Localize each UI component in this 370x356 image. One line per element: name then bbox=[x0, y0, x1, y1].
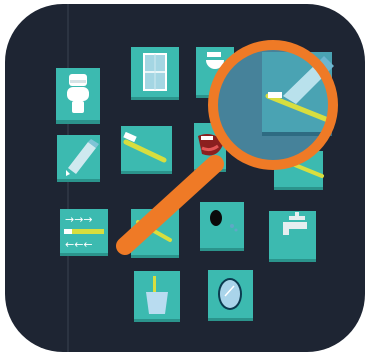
faucet-tile bbox=[269, 211, 316, 262]
svg-text:→→→: →→→ bbox=[65, 213, 93, 226]
mirror-icon bbox=[218, 278, 242, 310]
mirror-tile bbox=[208, 270, 253, 321]
svg-text:←←←: ←←← bbox=[65, 238, 93, 251]
cabinet-icon bbox=[143, 53, 167, 91]
toothbrush-tile bbox=[121, 126, 172, 174]
app-icon-canvas: →→→ ←←← bbox=[0, 0, 370, 356]
cabinet-tile bbox=[131, 47, 179, 100]
soap-tile bbox=[200, 202, 244, 251]
toothpaste-tile bbox=[57, 135, 100, 182]
app-icon[interactable]: →→→ ←←← bbox=[0, 0, 370, 356]
brushing-direction-tile: →→→ ←←← bbox=[60, 209, 108, 256]
cup-tile bbox=[134, 271, 180, 322]
toilet-tile bbox=[56, 68, 100, 124]
